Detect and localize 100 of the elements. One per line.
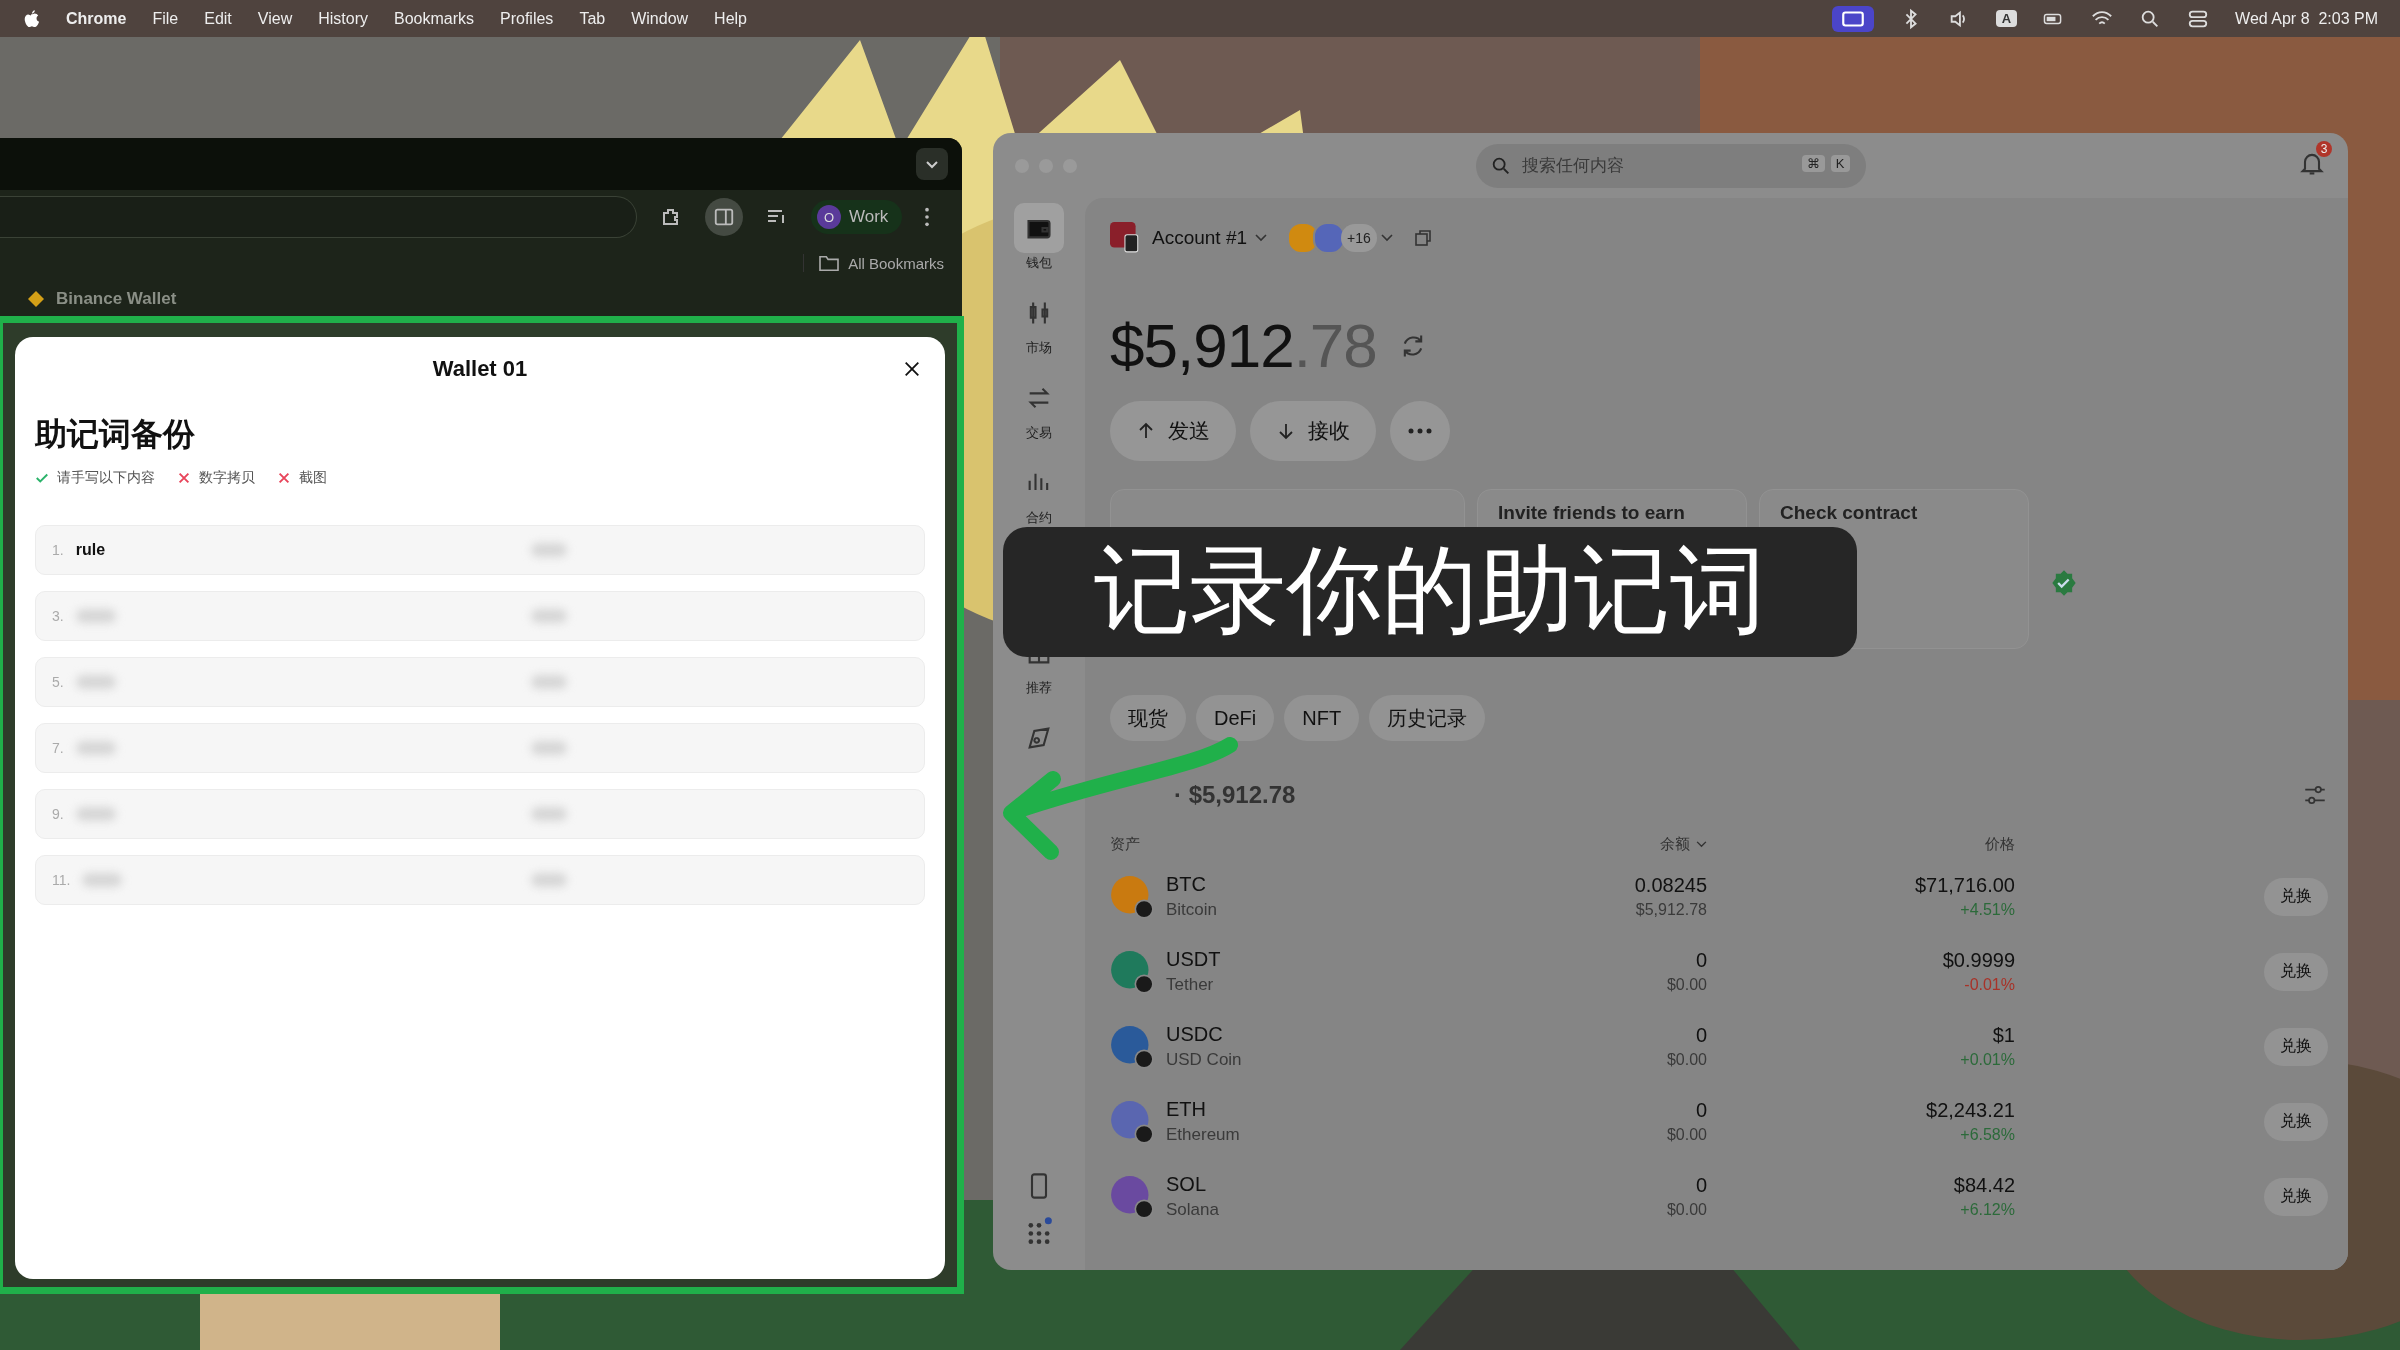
address-field[interactable] [0,196,637,238]
price-change: +6.12% [1960,1201,2015,1219]
coin-icon [1110,1099,1154,1144]
more-icon [1408,428,1432,434]
section-total: · $5,912.78 [1174,781,1296,809]
blurred-word [75,675,116,689]
tab-search-button[interactable] [916,148,948,180]
asset-symbol: USDT [1166,948,1221,971]
blurred-word [531,873,567,887]
blurred-word [82,873,123,887]
copy-icon[interactable] [1412,228,1433,248]
sidebar-item[interactable]: 市场 [1007,288,1071,373]
menu-item[interactable]: View [257,9,293,28]
caret-icon [1696,840,1707,848]
price-change: +0.01% [1960,1051,2015,1069]
blurred-word [75,807,116,821]
menubar-clock[interactable]: Wed Apr 8 2:03 PM [2235,9,2378,28]
diamond-logo-icon [26,289,46,309]
blurred-word [75,741,116,755]
asset-tab[interactable]: NFT [1284,695,1360,741]
menu-item[interactable]: Edit [204,9,232,28]
column-header: 资产 [1110,834,1141,854]
price-change: +4.51% [1960,901,2015,919]
screen-record-icon[interactable] [1831,5,1874,32]
asset-name: Tether [1166,975,1215,995]
rule-label: 请手写以下内容 [57,469,155,487]
asset-price: $71,716.00 [1914,874,2015,897]
menu-item[interactable]: Tab [579,9,606,28]
price-change: +6.58% [1960,1126,2015,1144]
apps-grid-icon[interactable] [1025,1216,1053,1244]
swap-button[interactable]: 兑换 [2264,877,2328,916]
action-button[interactable]: 发送 [1110,401,1236,461]
coin-icon [1110,949,1154,994]
asset-amount: 0.08245 [1634,874,1707,897]
action-button[interactable]: 接收 [1250,401,1376,461]
swap-button[interactable]: 兑换 [2264,1102,2328,1141]
swap-button[interactable]: 兑换 [2264,1027,2328,1066]
asset-amount: 0 [1695,949,1707,972]
rule-label: 截图 [299,469,327,487]
menu-item[interactable]: Bookmarks [394,9,474,28]
menu-item[interactable]: File [152,9,179,28]
swap-button[interactable]: 兑换 [2264,952,2328,991]
side-panel-button[interactable] [705,198,743,236]
asset-tab[interactable]: 历史记录 [1369,695,1486,741]
asset-value: $0.00 [1666,976,1707,994]
menu-item[interactable]: Profiles [500,9,554,28]
blurred-word [531,807,567,821]
coin-icon [1110,1174,1154,1219]
word-number: 9. [52,806,64,822]
account-selector[interactable]: Account #1 [1152,227,1268,249]
menu-icon[interactable] [924,206,931,228]
profile-chip[interactable]: O Work [811,200,903,234]
sidebar-item[interactable]: 钱包 [1007,203,1071,288]
coin-icon [1110,874,1154,919]
side-panel-icon [713,206,735,228]
asset-value: $0.00 [1666,1126,1707,1144]
asset-name: USD Coin [1166,1050,1242,1070]
compass-icon [1025,724,1053,752]
sidebar-item[interactable]: 交易 [1007,373,1071,458]
asset-name: Ethereum [1166,1125,1240,1145]
word-number: 1. [52,542,64,558]
asset-symbol: USDC [1166,1023,1224,1046]
menu-item[interactable]: History [318,9,368,28]
word-text: rule [75,541,106,559]
asset-name: Bitcoin [1166,900,1218,920]
network-selector[interactable]: +16 [1287,222,1393,254]
asset-tab[interactable]: 现货 [1110,695,1186,741]
word-number: 5. [52,674,64,690]
word-number: 3. [52,608,64,624]
price-change: -0.01% [1964,976,2015,994]
input-source-badge[interactable]: A [1995,10,2018,27]
word-number: 11. [52,872,71,888]
dialog-heading: 助记词备份 [35,415,196,454]
swap-button[interactable]: 兑换 [2264,1177,2328,1216]
column-header[interactable]: 余额 [1507,834,1707,854]
column-header: 价格 [1984,834,2015,854]
close-icon[interactable] [903,360,921,378]
menu-item[interactable]: Window [631,9,689,28]
down-arrow-icon [1276,421,1296,441]
word-number: 7. [52,740,64,756]
blurred-word [75,609,116,623]
folder-icon [818,254,841,272]
asset-amount: 0 [1695,1099,1707,1122]
apple-icon[interactable] [22,7,40,30]
asset-name: Solana [1166,1200,1219,1220]
caret-icon [1255,234,1268,242]
asset-value: $0.00 [1666,1051,1707,1069]
notification-count: 3 [2316,141,2332,157]
asset-symbol: SOL [1166,1173,1208,1196]
menu-item[interactable]: Help [714,9,747,28]
blurred-word [531,543,567,557]
caret-icon [1380,234,1393,242]
app-menu[interactable]: Chrome [66,9,127,28]
asset-amount: 0 [1695,1174,1707,1197]
asset-price: $0.9999 [1942,949,2015,972]
asset-value: $5,912.78 [1635,901,1707,919]
asset-tab[interactable]: DeFi [1196,695,1275,741]
bookmarks-folder[interactable]: All Bookmarks [803,254,944,272]
dialog-title: Wallet 01 [432,356,528,382]
asset-price: $84.42 [1953,1174,2015,1197]
